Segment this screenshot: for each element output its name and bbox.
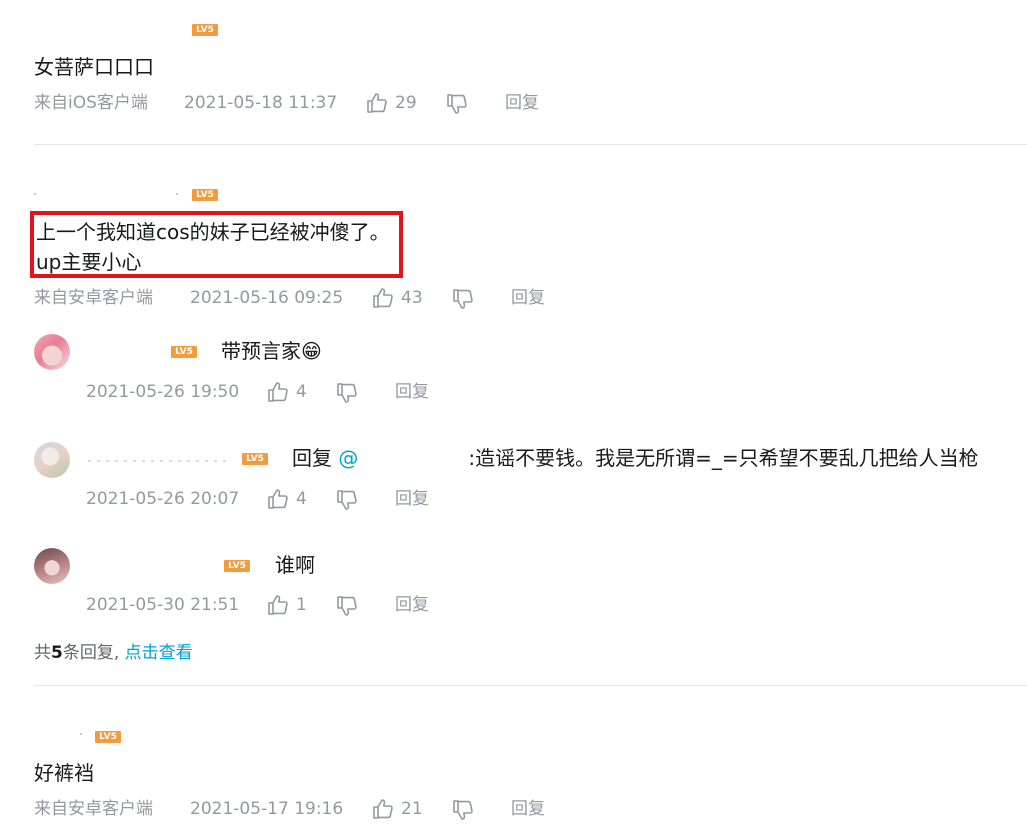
comment-source: 来自安卓客户端 <box>34 799 153 819</box>
reply-meta: 2021-05-30 21:51 1 回复 <box>86 593 486 617</box>
comment-content: 好裤裆 <box>34 761 94 785</box>
divider <box>34 685 1027 686</box>
comment-time: 2021-05-17 19:16 <box>190 799 344 819</box>
like-count: 1 <box>296 595 307 615</box>
divider <box>34 144 1027 145</box>
username-blank <box>34 193 36 195</box>
reply-button[interactable]: 回复 <box>395 593 429 617</box>
like-count: 43 <box>401 288 423 308</box>
like-count: 4 <box>296 489 307 509</box>
thumbs-down-icon[interactable] <box>336 595 358 617</box>
thumbs-down-icon[interactable] <box>446 93 468 115</box>
reply-content: 带预言家😁 <box>221 339 322 363</box>
comment-source: 来自iOS客户端 <box>34 93 148 113</box>
level-badge: LV5 <box>192 24 218 36</box>
comment-time: 2021-05-16 09:25 <box>190 288 344 308</box>
replies-summary: 共5条回复, 点击查看 <box>34 641 193 665</box>
reply-count: 5 <box>51 643 63 663</box>
username-blank <box>176 193 178 195</box>
thumbs-up-icon[interactable] <box>267 594 289 616</box>
comment-meta: 来自安卓客户端 2021-05-16 09:25 43 回复 <box>34 286 594 310</box>
summary-suffix: 条回复, <box>62 643 120 663</box>
reply-time: 2021-05-26 20:07 <box>86 489 240 509</box>
comment-meta: 来自iOS客户端 2021-05-18 11:37 29 回复 <box>34 91 594 115</box>
thumbs-up-icon[interactable] <box>267 488 289 510</box>
reply-button[interactable]: 回复 <box>395 380 429 404</box>
thumbs-down-icon[interactable] <box>336 489 358 511</box>
level-badge: LV5 <box>192 189 218 201</box>
thumbs-down-icon[interactable] <box>452 288 474 310</box>
level-badge: LV5 <box>242 453 268 465</box>
comment-meta: 来自安卓客户端 2021-05-17 19:16 21 回复 <box>34 797 594 821</box>
reply-prefix: 回复 <box>292 446 332 470</box>
username-blank <box>80 733 82 735</box>
like-count: 21 <box>401 799 423 819</box>
thumbs-up-icon[interactable] <box>372 287 394 309</box>
reply-text: :造谣不要钱。我是无所谓=_=只希望不要乱几把给人当枪 <box>468 446 979 470</box>
like-count: 29 <box>395 93 417 113</box>
comment-source: 来自安卓客户端 <box>34 288 153 308</box>
highlight-box <box>30 211 403 278</box>
avatar[interactable] <box>34 334 70 370</box>
thumbs-down-icon[interactable] <box>452 799 474 821</box>
username-blank <box>88 460 228 462</box>
thumbs-down-icon[interactable] <box>336 382 358 404</box>
reply-content: 回复 @ :造谣不要钱。我是无所谓=_=只希望不要乱几把给人当枪 <box>292 443 979 473</box>
view-all-replies-link[interactable]: 点击查看 <box>125 643 193 663</box>
reply-content: 谁啊 <box>275 553 315 577</box>
thumbs-up-icon[interactable] <box>366 92 388 114</box>
thumbs-up-icon[interactable] <box>372 798 394 820</box>
reply-button[interactable]: 回复 <box>511 797 545 821</box>
reply-button[interactable]: 回复 <box>395 487 429 511</box>
avatar[interactable] <box>34 548 70 584</box>
level-badge: LV5 <box>171 346 197 358</box>
reply-button[interactable]: 回复 <box>505 91 539 115</box>
level-badge: LV5 <box>95 731 121 743</box>
reply-meta: 2021-05-26 19:50 4 回复 <box>86 380 486 404</box>
comment-time: 2021-05-18 11:37 <box>184 93 338 113</box>
like-count: 4 <box>296 382 307 402</box>
reply-meta: 2021-05-26 20:07 4 回复 <box>86 487 486 511</box>
reply-time: 2021-05-30 21:51 <box>86 595 240 615</box>
reply-time: 2021-05-26 19:50 <box>86 382 240 402</box>
mention-link[interactable]: @ <box>338 446 358 470</box>
avatar[interactable] <box>34 442 70 478</box>
comment-content: 女菩萨口口口 <box>34 55 154 79</box>
reply-button[interactable]: 回复 <box>511 286 545 310</box>
level-badge: LV5 <box>224 560 250 572</box>
summary-prefix: 共 <box>34 643 51 663</box>
thumbs-up-icon[interactable] <box>267 381 289 403</box>
